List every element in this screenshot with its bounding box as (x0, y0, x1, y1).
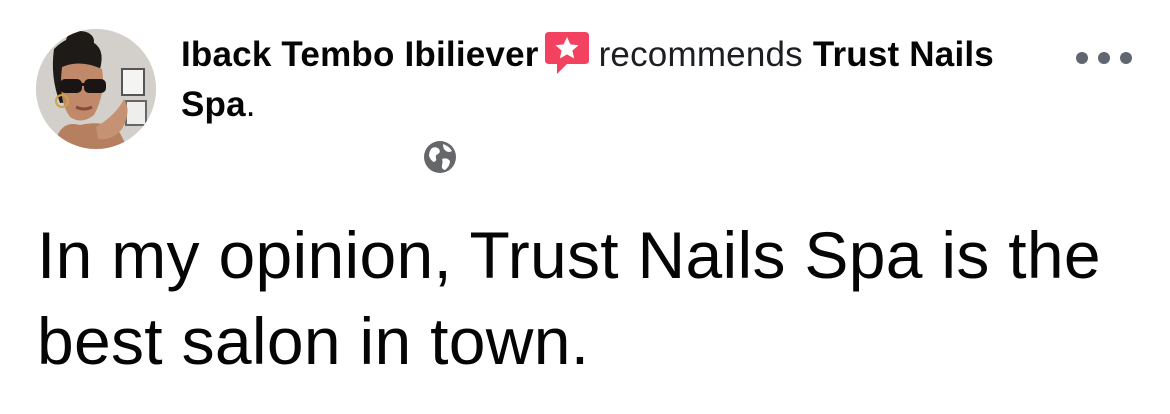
avatar[interactable] (36, 29, 156, 149)
header-period: . (245, 85, 256, 124)
author-name-link[interactable]: Iback Tembo Ibiliever (181, 35, 539, 74)
post-body-text: In my opinion, Trust Nails Spa is the be… (37, 218, 1101, 378)
action-verb: recommends (598, 35, 803, 74)
globe-icon[interactable] (423, 140, 457, 174)
avatar-photo (36, 29, 156, 149)
more-options-button[interactable] (1076, 46, 1132, 70)
more-options-icon (1098, 52, 1110, 64)
recommendation-star-badge-icon (544, 32, 589, 74)
post-header-text: Iback Tembo Ibiliever recommends Trust Na… (181, 28, 1061, 130)
more-options-icon (1076, 52, 1088, 64)
more-options-icon (1120, 52, 1132, 64)
